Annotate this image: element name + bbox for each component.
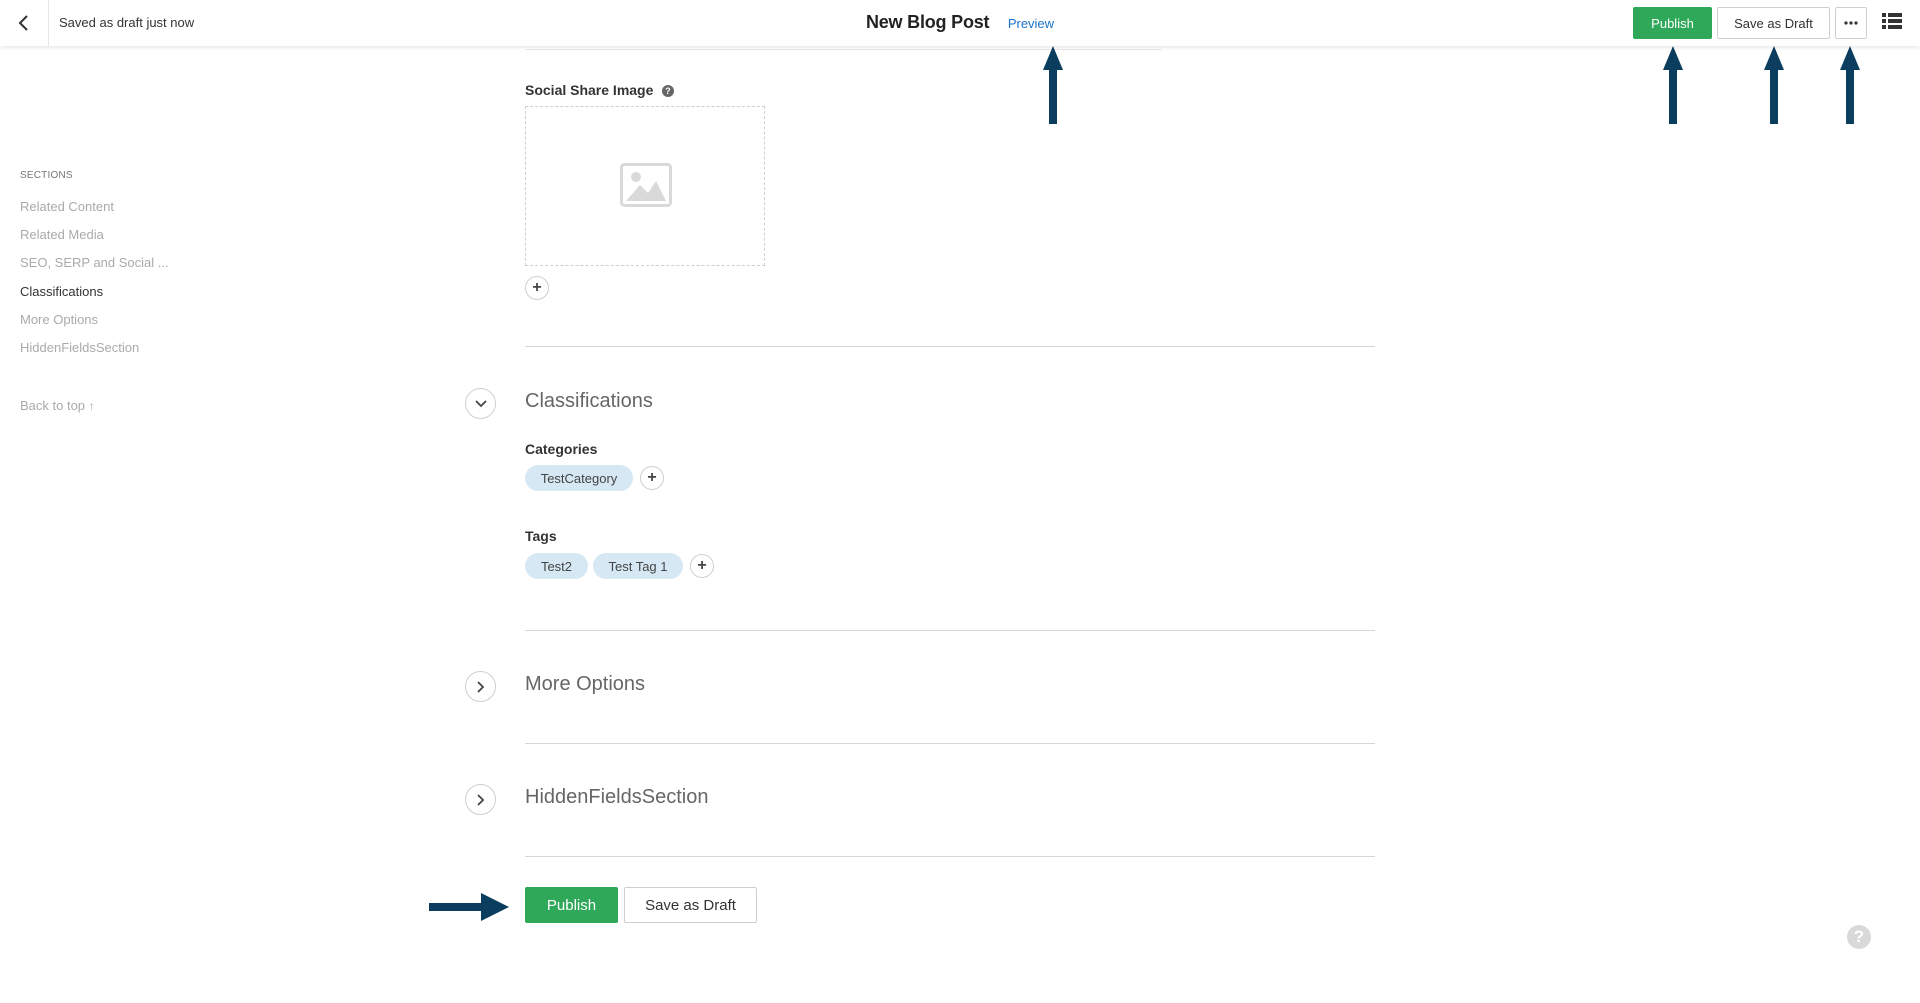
chevron-down-icon [474, 399, 487, 407]
back-button[interactable] [0, 0, 49, 46]
arrow-up-icon: ↑ [88, 399, 95, 413]
more-actions-button[interactable] [1835, 7, 1867, 39]
sidebar-item-related-media[interactable]: Related Media [20, 227, 104, 242]
chevron-left-icon [18, 15, 28, 31]
divider [525, 346, 1375, 347]
chevron-right-icon [476, 680, 484, 693]
help-icon[interactable]: ? [661, 85, 674, 97]
sidebar-item-seo[interactable]: SEO, SERP and Social ... [20, 255, 169, 270]
category-chip[interactable]: TestCategory [525, 465, 633, 491]
sections-heading: SECTIONS [20, 170, 73, 181]
back-to-top-label: Back to top [20, 398, 86, 413]
plus-icon: + [697, 557, 707, 574]
more-options-title: More Options [525, 673, 646, 695]
image-dropzone[interactable] [525, 106, 765, 266]
divider [525, 49, 1162, 50]
divider [525, 856, 1375, 857]
list-view-button[interactable] [1882, 13, 1904, 33]
more-options-toggle[interactable] [465, 671, 496, 702]
sidebar-item-hidden-fields[interactable]: HiddenFieldsSection [20, 340, 139, 355]
annotation-arrow-up [1043, 46, 1063, 124]
chevron-right-icon [476, 793, 484, 806]
annotation-arrow-up [1663, 46, 1683, 124]
help-button[interactable]: ? [1847, 925, 1871, 949]
save-as-draft-button[interactable]: Save as Draft [1717, 7, 1830, 39]
social-share-label: Social Share Image [525, 82, 654, 98]
sidebar-item-classifications[interactable]: Classifications [20, 284, 103, 299]
plus-icon: + [532, 279, 542, 296]
page-title-group: New Blog Post Preview [0, 12, 1920, 33]
save-as-draft-button-bottom[interactable]: Save as Draft [624, 887, 757, 923]
back-to-top-link[interactable]: Back to top ↑ [20, 398, 95, 413]
question-icon: ? [1853, 927, 1865, 946]
draft-status: Saved as draft just now [59, 15, 195, 30]
top-bar: Saved as draft just now New Blog Post Pr… [0, 0, 1920, 46]
publish-button-bottom[interactable]: Publish [525, 887, 618, 923]
divider [525, 743, 1375, 744]
add-image-button[interactable]: + [525, 276, 549, 300]
tag-chip[interactable]: Test Tag 1 [593, 553, 683, 579]
preview-link[interactable]: Preview [1008, 16, 1054, 31]
add-category-button[interactable]: + [640, 466, 664, 490]
sidebar-item-related-content[interactable]: Related Content [20, 199, 114, 214]
page-title: New Blog Post [865, 12, 990, 32]
publish-button[interactable]: Publish [1633, 7, 1712, 39]
annotation-arrow-up [1840, 46, 1860, 124]
annotation-arrow-up [1764, 46, 1784, 124]
categories-label: Categories [525, 441, 598, 457]
tags-label: Tags [525, 528, 557, 544]
sidebar-item-more-options[interactable]: More Options [20, 312, 98, 327]
image-placeholder-icon [620, 163, 672, 207]
add-tag-button[interactable]: + [690, 554, 714, 578]
plus-icon: + [647, 469, 657, 486]
classifications-title: Classifications [525, 390, 653, 412]
social-share-field: Social Share Image ? [525, 82, 674, 100]
hidden-fields-toggle[interactable] [465, 784, 496, 815]
tag-chip[interactable]: Test2 [525, 553, 588, 579]
more-dots-icon [1844, 21, 1858, 25]
classifications-toggle[interactable] [465, 388, 496, 419]
divider [525, 630, 1375, 631]
list-view-icon [1882, 13, 1902, 29]
hidden-fields-title: HiddenFieldsSection [525, 786, 709, 808]
annotation-arrow-right [429, 893, 509, 921]
